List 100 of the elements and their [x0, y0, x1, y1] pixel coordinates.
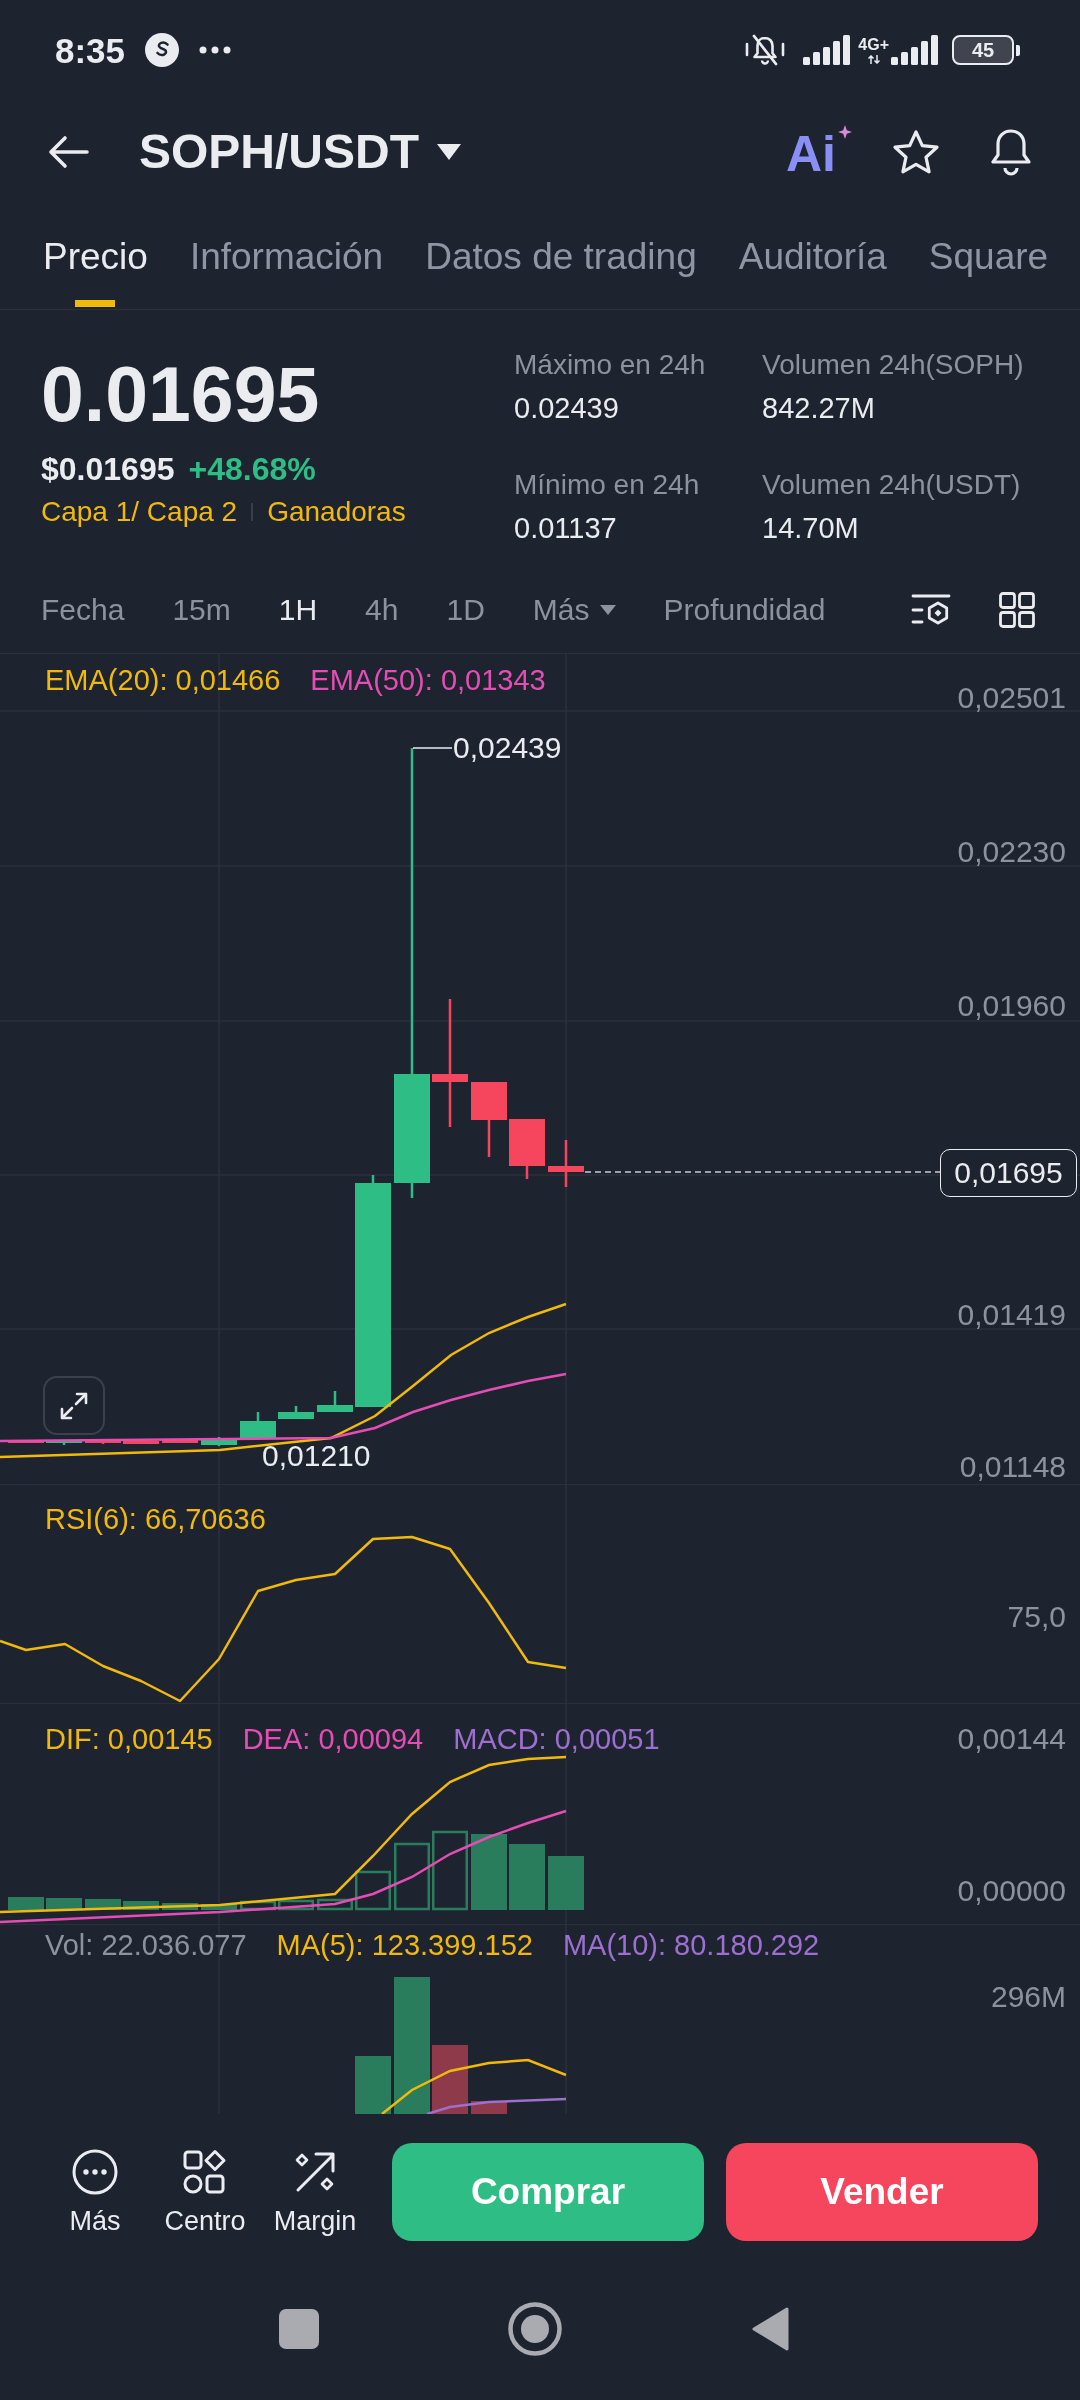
histogram-bar	[394, 1842, 430, 1911]
bell-icon[interactable]	[988, 127, 1034, 177]
histogram-bar	[240, 1900, 276, 1911]
axis-label: 75,0	[1007, 1602, 1066, 1632]
candlestick	[240, 1412, 276, 1439]
indicator-legend: EMA(50): 0,01343	[310, 665, 546, 695]
volume-bar	[432, 2045, 468, 2114]
axis-label: 0,00000	[957, 1876, 1066, 1906]
candlestick	[548, 1140, 584, 1187]
back-icon[interactable]	[751, 2306, 789, 2352]
axis-label: 0,01419	[957, 1300, 1066, 1330]
sparkle-icon	[838, 125, 852, 139]
apps-icon	[181, 2148, 229, 2196]
candlestick	[162, 1440, 198, 1443]
signal-icon	[803, 35, 851, 65]
stat-value: 0.01137	[514, 513, 617, 543]
home-icon[interactable]	[508, 2302, 562, 2356]
volume-bar	[355, 2056, 391, 2114]
overflow-dots-icon	[199, 46, 232, 54]
histogram-bar	[85, 1899, 121, 1910]
axis-label: 0,02501	[957, 683, 1066, 713]
histogram-bar	[201, 1904, 237, 1910]
axis-label: 0,02230	[957, 837, 1066, 867]
price-change: +48.68%	[188, 453, 316, 485]
leader-line	[412, 747, 453, 749]
tab[interactable]: Auditoría	[738, 204, 887, 309]
indicator-legend: DIF: 0,00145	[45, 1724, 213, 1754]
stat-label: Volumen 24h(USDT)	[762, 470, 1021, 499]
expand-button[interactable]	[43, 1376, 105, 1435]
back-arrow-icon[interactable]	[47, 135, 89, 169]
candlestick	[201, 1437, 237, 1446]
tab[interactable]: Información	[189, 204, 384, 309]
low-price-label: 0,01210	[262, 1441, 371, 1471]
stat-label: Máximo en 24h	[514, 351, 706, 379]
interval-option[interactable]: 1H	[278, 595, 318, 625]
indicator-legend: Vol: 22.036.077	[45, 1930, 247, 1960]
status-time: 8:35	[55, 32, 126, 68]
stat-value: 14.70M	[762, 513, 859, 543]
fiat-price: $0.01695	[41, 453, 175, 485]
interval-option[interactable]: 1D	[446, 595, 485, 625]
indicator-legend: MA(5): 123.399.152	[276, 1930, 533, 1960]
interval-option[interactable]: 15m	[172, 595, 231, 625]
histogram-bar	[509, 1844, 545, 1910]
last-price-label: 0,01695	[940, 1149, 1077, 1197]
interval-dropdown[interactable]: Más	[532, 595, 616, 625]
histogram-bar	[8, 1897, 44, 1910]
histogram-bar	[548, 1856, 584, 1910]
indicator-legend: MACD: 0,00051	[453, 1724, 660, 1754]
battery-indicator: 45	[952, 35, 1020, 65]
margin-button[interactable]: Margin	[265, 2148, 365, 2235]
histogram-bar	[46, 1898, 82, 1910]
candlestick	[85, 1440, 121, 1444]
indicator-legend: RSI(6): 66,70636	[45, 1504, 266, 1534]
grid-layout-icon[interactable]	[999, 592, 1035, 628]
candlestick	[8, 1440, 44, 1443]
more-button[interactable]: Más	[45, 2148, 145, 2235]
axis-label: 0,01960	[957, 991, 1066, 1021]
tab[interactable]: Datos de trading	[425, 204, 697, 309]
tab[interactable]: Precio	[43, 204, 148, 309]
interval-option[interactable]: Profundidad	[663, 595, 826, 625]
pair-selector[interactable]: SOPH/USDT	[139, 128, 462, 176]
axis-label: 296M	[990, 1982, 1066, 2012]
candlestick	[123, 1441, 159, 1444]
sell-button[interactable]: Vender	[726, 2142, 1038, 2241]
center-button[interactable]: Centro	[155, 2148, 255, 2235]
indicator-legend: EMA(20): 0,01466	[45, 665, 281, 695]
indicator-legend: DEA: 0,00094	[242, 1724, 424, 1754]
caret-down-icon	[599, 605, 616, 615]
axis-label: 0,00144	[957, 1724, 1066, 1754]
interval-option[interactable]: 4h	[365, 595, 399, 625]
data-arrows-icon	[867, 54, 880, 64]
candlestick	[509, 1119, 545, 1179]
histogram-bar	[317, 1898, 353, 1911]
more-icon	[71, 2148, 119, 2196]
candlestick	[278, 1406, 314, 1419]
category-tag[interactable]: Capa 1/ Capa 2	[41, 498, 238, 526]
stat-value: 842.27M	[762, 394, 875, 423]
interval-option[interactable]: Fecha	[41, 595, 125, 625]
ai-assistant-button[interactable]: Ai	[786, 125, 852, 179]
stat-label: Mínimo en 24h	[514, 470, 700, 499]
high-price-label: 0,02439	[453, 733, 562, 763]
chart-settings-icon[interactable]	[911, 593, 951, 627]
star-icon[interactable]	[892, 129, 940, 175]
tab[interactable]: Square	[928, 204, 1049, 309]
network-type: 4G+	[858, 36, 889, 53]
histogram-bar	[162, 1903, 198, 1910]
stat-label: Volumen 24h(SOPH)	[762, 351, 1024, 379]
indicator-legend: MA(10): 80.180.292	[562, 1930, 820, 1960]
stat-value: 0.02439	[514, 394, 619, 423]
axis-label: 0,01148	[959, 1452, 1066, 1482]
candlestick	[317, 1391, 353, 1412]
last-price: 0.01695	[41, 356, 320, 433]
signal-icon	[891, 35, 938, 65]
histogram-bar	[278, 1899, 314, 1911]
histogram-bar	[123, 1901, 159, 1910]
category-tag[interactable]: Ganadoras	[267, 498, 406, 526]
caret-down-icon	[437, 144, 462, 160]
histogram-bar	[355, 1870, 391, 1911]
recent-apps-icon[interactable]	[279, 2309, 319, 2349]
expand-icon	[59, 1390, 89, 1421]
